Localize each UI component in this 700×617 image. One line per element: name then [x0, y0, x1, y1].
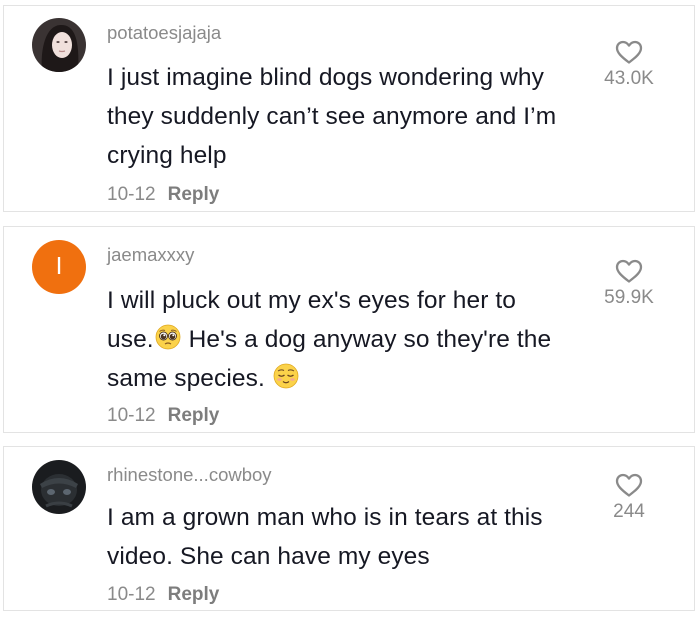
comment-fragment: use.	[107, 326, 154, 353]
comment-meta: 10-12 Reply	[107, 405, 219, 427]
like-count: 244	[613, 501, 645, 522]
comment-meta: 10-12 Reply	[107, 184, 219, 206]
avatar[interactable]: I	[32, 240, 86, 294]
comment-line: video. She can have my eyes	[107, 543, 430, 570]
comment-line: same species.	[107, 359, 617, 398]
relieved-face-icon	[273, 363, 299, 389]
comment-text: I just imagine blind dogs wondering why …	[107, 58, 617, 175]
avatar[interactable]	[32, 18, 86, 72]
avatar[interactable]	[32, 460, 86, 514]
like-count: 59.9K	[604, 287, 654, 308]
comment-card: potatoesjajaja I just imagine blind dogs…	[3, 5, 695, 212]
comment-line: use. He's a dog anyway so they're the	[107, 320, 617, 359]
reply-button[interactable]: Reply	[168, 584, 220, 605]
comment-date: 10-12	[107, 584, 156, 605]
heart-outline-icon[interactable]	[615, 259, 643, 284]
comment-card: I jaemaxxxy I will pluck out my ex's eye…	[3, 226, 695, 433]
comment-line: I just imagine blind dogs wondering why	[107, 64, 544, 91]
reply-button[interactable]: Reply	[168, 184, 220, 205]
comment-meta: 10-12 Reply	[107, 584, 219, 606]
comment-date: 10-12	[107, 405, 156, 426]
comment-line: I will pluck out my ex's eyes for her to	[107, 287, 516, 314]
pleading-face-icon	[155, 324, 181, 350]
comment-card: rhinestone...cowboy I am a grown man who…	[3, 446, 695, 611]
comment-text: I am a grown man who is in tears at this…	[107, 498, 617, 576]
username[interactable]: jaemaxxxy	[107, 244, 194, 266]
username[interactable]: rhinestone...cowboy	[107, 464, 272, 486]
comment-date: 10-12	[107, 184, 156, 205]
comment-line: they suddenly can’t see anymore and I’m	[107, 103, 557, 130]
avatar-letter: I	[55, 254, 63, 280]
comment-line: crying help	[107, 142, 227, 169]
like-control[interactable]: 59.9K	[584, 259, 674, 309]
username[interactable]: potatoesjajaja	[107, 22, 221, 44]
comment-fragment: He's a dog anyway so they're the	[181, 326, 552, 353]
comment-fragment: same species.	[107, 365, 272, 392]
comment-text: I will pluck out my ex's eyes for her to…	[107, 281, 617, 398]
comment-line: I am a grown man who is in tears at this	[107, 504, 543, 531]
like-count: 43.0K	[604, 68, 654, 89]
heart-outline-icon[interactable]	[615, 473, 643, 498]
like-control[interactable]: 43.0K	[584, 40, 674, 90]
reply-button[interactable]: Reply	[168, 405, 220, 426]
like-control[interactable]: 244	[584, 473, 674, 523]
heart-outline-icon[interactable]	[615, 40, 643, 65]
